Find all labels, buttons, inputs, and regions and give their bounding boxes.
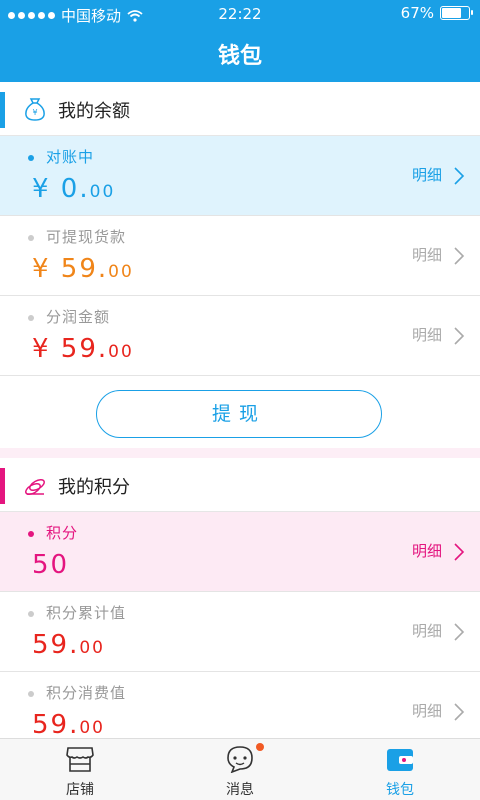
amount-decimal: 00 <box>108 262 134 282</box>
withdraw-button[interactable]: 提现 <box>96 390 382 438</box>
tab-label: 消息 <box>226 782 254 798</box>
bullet-dot <box>28 531 34 537</box>
chevron-right-icon[interactable] <box>452 246 466 266</box>
points-section-title: 我的积分 <box>58 477 130 498</box>
row-amount: ¥ 0.00 <box>32 174 115 204</box>
tab-bar: 店铺 消息 钱包 <box>0 738 480 800</box>
amount-integer: ¥ 0. <box>32 174 90 204</box>
detail-link[interactable]: 明细 <box>412 244 442 265</box>
detail-link[interactable]: 明细 <box>412 540 442 561</box>
amount-integer: 50 <box>32 550 70 580</box>
row-amount: 59.00 <box>32 630 105 660</box>
row-label: 可提现货款 <box>46 228 127 246</box>
svg-text:¥: ¥ <box>32 108 37 117</box>
points-row[interactable]: 积分消费值 59.00 明细 <box>0 672 480 738</box>
bullet-dot <box>28 611 34 617</box>
coins-icon <box>25 478 45 496</box>
amount-decimal: 00 <box>79 638 105 658</box>
balance-section-header: ¥ 我的余额 <box>0 82 480 136</box>
bullet-dot <box>28 235 34 241</box>
row-label: 积分消费值 <box>46 684 127 702</box>
detail-link[interactable]: 明细 <box>412 620 442 641</box>
tab-label: 钱包 <box>386 782 414 798</box>
row-amount: 59.00 <box>32 710 105 738</box>
bullet-dot <box>28 155 34 161</box>
amount-integer: 59. <box>32 710 80 738</box>
amount-integer: 59. <box>32 630 80 660</box>
points-section-header: 我的积分 <box>0 458 480 512</box>
section-accent-bar <box>0 468 5 504</box>
row-amount: 50 <box>32 550 69 580</box>
chevron-right-icon[interactable] <box>452 166 466 186</box>
bullet-dot <box>28 691 34 697</box>
row-label: 积分 <box>46 524 79 542</box>
row-amount: ¥ 59.00 <box>32 254 134 284</box>
points-row[interactable]: 积分累计值 59.00 明细 <box>0 592 480 672</box>
amount-integer: ¥ 59. <box>32 334 109 364</box>
battery-percent: 67% <box>400 4 434 22</box>
detail-link[interactable]: 明细 <box>412 324 442 345</box>
points-row[interactable]: 积分 50 明细 <box>0 512 480 592</box>
section-accent-bar <box>0 92 5 128</box>
wallet-icon <box>387 749 413 771</box>
balance-section-title: 我的余额 <box>58 101 130 122</box>
row-label: 分润金额 <box>46 308 111 326</box>
unread-badge <box>256 743 264 751</box>
chevron-right-icon[interactable] <box>452 326 466 346</box>
battery-icon <box>440 6 473 20</box>
tab-messages[interactable]: 消息 <box>160 739 320 800</box>
detail-link[interactable]: 明细 <box>412 700 442 721</box>
chevron-right-icon[interactable] <box>452 702 466 722</box>
amount-decimal: 00 <box>108 342 134 362</box>
amount-decimal: 00 <box>79 718 105 738</box>
withdraw-area: 提现 <box>0 376 480 448</box>
amount-decimal: 00 <box>89 182 116 202</box>
tab-store[interactable]: 店铺 <box>0 739 160 800</box>
section-divider <box>0 448 480 458</box>
row-label: 对账中 <box>46 148 95 166</box>
detail-link[interactable]: 明细 <box>412 164 442 185</box>
message-icon <box>227 746 253 773</box>
top-bar: 中国移动 22:22 67% 钱包 <box>0 0 480 82</box>
row-label: 积分累计值 <box>46 604 127 622</box>
money-bag-icon: ¥ <box>25 98 45 121</box>
balance-row[interactable]: 对账中 ¥ 0.00 明细 <box>0 136 480 216</box>
chevron-right-icon[interactable] <box>452 622 466 642</box>
status-bar: 中国移动 22:22 67% <box>0 0 480 28</box>
chevron-right-icon[interactable] <box>452 542 466 562</box>
tab-wallet[interactable]: 钱包 <box>320 739 480 800</box>
bullet-dot <box>28 315 34 321</box>
store-icon <box>66 747 94 772</box>
page-title: 钱包 <box>217 44 262 69</box>
tab-label: 店铺 <box>66 782 94 798</box>
balance-row[interactable]: 分润金额 ¥ 59.00 明细 <box>0 296 480 376</box>
wallet-content[interactable]: ¥ 我的余额 对账中 ¥ 0.00 明细 可提现货款 ¥ 59.00 明细 分润金额 ¥ 59… <box>0 82 480 738</box>
balance-row[interactable]: 可提现货款 ¥ 59.00 明细 <box>0 216 480 296</box>
row-amount: ¥ 59.00 <box>32 334 134 364</box>
amount-integer: ¥ 59. <box>32 254 109 284</box>
